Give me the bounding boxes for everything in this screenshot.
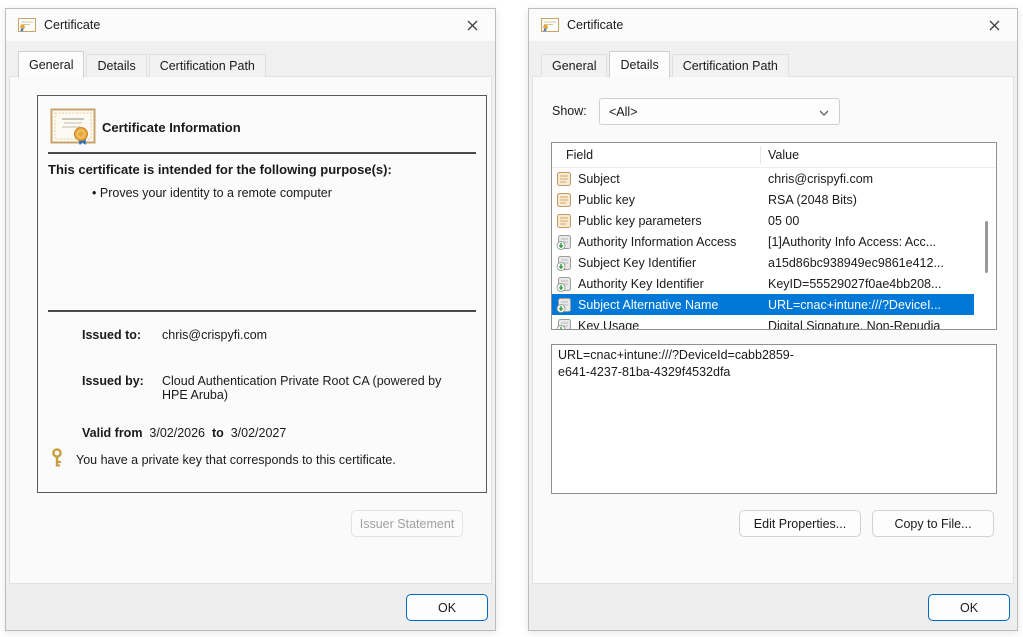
field-name: Public key parameters [578, 214, 702, 228]
certificate-info-panel: Certificate Information This certificate… [37, 95, 487, 493]
field-icon [556, 213, 572, 229]
issued-by-label: Issued by: [82, 374, 160, 388]
private-key-note: You have a private key that corresponds … [76, 453, 396, 467]
field-value: KeyID=55529027f0ae4bb208... [768, 277, 941, 291]
tab-bar: General Details Certification Path [18, 51, 268, 77]
close-icon[interactable] [979, 11, 1009, 39]
column-header-field[interactable]: Field [566, 148, 593, 162]
certificate-large-icon [50, 108, 96, 149]
table-row[interactable]: Subject Key Identifier a15d86bc938949ec98… [552, 252, 974, 273]
ok-button[interactable]: OK [406, 594, 488, 621]
field-value: URL=cnac+intune:///?DeviceI... [768, 298, 941, 312]
chevron-down-icon [819, 110, 829, 116]
tab-details[interactable]: Details [86, 54, 146, 77]
issued-to-label: Issued to: [82, 328, 160, 342]
extension-icon [556, 297, 572, 313]
valid-from-date: 3/02/2026 [149, 426, 205, 440]
valid-from-label: Valid from [82, 426, 142, 440]
certificate-dialog-general: Certificate General Details Certificatio… [5, 8, 496, 631]
valid-to-date: 3/02/2027 [231, 426, 287, 440]
table-row[interactable]: Subject chris@crispyfi.com [552, 168, 974, 189]
edit-properties-button[interactable]: Edit Properties... [739, 510, 861, 537]
show-label: Show: [552, 104, 587, 118]
purpose-heading: This certificate is intended for the fol… [48, 162, 480, 177]
detail-line: URL=cnac+intune:///?DeviceId=cabb2859- [558, 347, 990, 364]
certificate-icon [18, 18, 36, 32]
bullet-glyph: • [92, 186, 96, 200]
field-value: [1]Authority Info Access: Acc... [768, 235, 936, 249]
close-icon[interactable] [457, 11, 487, 39]
tab-details[interactable]: Details [609, 51, 669, 78]
field-detail-text[interactable]: URL=cnac+intune:///?DeviceId=cabb2859- e… [551, 344, 997, 494]
divider [48, 310, 476, 312]
certificate-dialog-details: Certificate General Details Certificatio… [528, 8, 1018, 631]
field-value: 05 00 [768, 214, 799, 228]
extension-icon [556, 255, 572, 271]
general-tab-page: Certificate Information This certificate… [9, 76, 492, 584]
table-row[interactable]: Public key RSA (2048 Bits) [552, 189, 974, 210]
table-row[interactable]: Authority Key Identifier KeyID=55529027f0… [552, 273, 974, 294]
tab-bar: General Details Certification Path [541, 51, 791, 77]
field-list-body: Subject chris@crispyfi.com Public key RSA (… [552, 168, 996, 330]
dialog-footer: OK [6, 585, 495, 630]
screenshot-canvas: Certificate General Details Certificatio… [0, 0, 1023, 637]
title-bar: Certificate [6, 9, 495, 41]
field-icon [556, 171, 572, 187]
field-icon [556, 192, 572, 208]
copy-to-file-button[interactable]: Copy to File... [872, 510, 994, 537]
dialog-footer: OK [529, 585, 1017, 630]
detail-line: e641-4237-81ba-4329f4532dfa [558, 364, 990, 381]
window-title: Certificate [567, 18, 623, 32]
extension-icon [556, 234, 572, 250]
extension-icon [556, 318, 572, 331]
issued-to-value: chris@crispyfi.com [162, 328, 267, 342]
field-value: chris@crispyfi.com [768, 172, 873, 186]
field-name: Key Usage [578, 319, 639, 331]
purpose-item: • Proves your identity to a remote compu… [92, 186, 332, 200]
field-name: Authority Information Access [578, 235, 736, 249]
tab-certification-path[interactable]: Certification Path [672, 54, 789, 77]
tab-certification-path[interactable]: Certification Path [149, 54, 266, 77]
show-dropdown[interactable]: <All> [599, 98, 840, 125]
tab-general[interactable]: General [541, 54, 607, 77]
show-dropdown-value: <All> [609, 105, 638, 119]
purpose-text: Proves your identity to a remote compute… [100, 186, 332, 200]
details-tab-page: Show: <All> Field Value Subject chris@cri… [532, 76, 1014, 584]
certificate-icon [541, 18, 559, 32]
scrollbar-thumb[interactable] [985, 221, 988, 273]
private-key-icon [50, 448, 64, 473]
issued-by-value: Cloud Authentication Private Root CA (po… [162, 374, 467, 402]
issuer-statement-button[interactable]: Issuer Statement [351, 510, 463, 537]
ok-button[interactable]: OK [928, 594, 1010, 621]
extension-icon [556, 276, 572, 292]
field-value: Digital Signature, Non-Repudia [768, 319, 940, 331]
window-title: Certificate [44, 18, 100, 32]
tab-general[interactable]: General [18, 51, 84, 78]
column-divider[interactable] [760, 146, 761, 164]
list-header: Field Value [552, 143, 996, 168]
column-header-value[interactable]: Value [768, 148, 799, 162]
field-value-list: Field Value Subject chris@crispyfi.com Pub… [551, 142, 997, 330]
divider [48, 152, 476, 154]
field-name: Subject Alternative Name [578, 298, 718, 312]
table-row[interactable]: Key Usage Digital Signature, Non-Repudia [552, 315, 974, 330]
field-name: Subject Key Identifier [578, 256, 696, 270]
validity-line: Valid from 3/02/2026 to 3/02/2027 [82, 426, 286, 440]
table-row[interactable]: Public key parameters 05 00 [552, 210, 974, 231]
field-name: Subject [578, 172, 620, 186]
field-value: a15d86bc938949ec9861e412... [768, 256, 944, 270]
field-name: Public key [578, 193, 635, 207]
certificate-information-heading: Certificate Information [102, 120, 241, 135]
field-name: Authority Key Identifier [578, 277, 704, 291]
table-row[interactable]: Subject Alternative Name URL=cnac+intune:… [552, 294, 974, 315]
title-bar: Certificate [529, 9, 1017, 41]
field-value: RSA (2048 Bits) [768, 193, 857, 207]
table-row[interactable]: Authority Information Access [1]Authority… [552, 231, 974, 252]
valid-to-label: to [212, 426, 224, 440]
